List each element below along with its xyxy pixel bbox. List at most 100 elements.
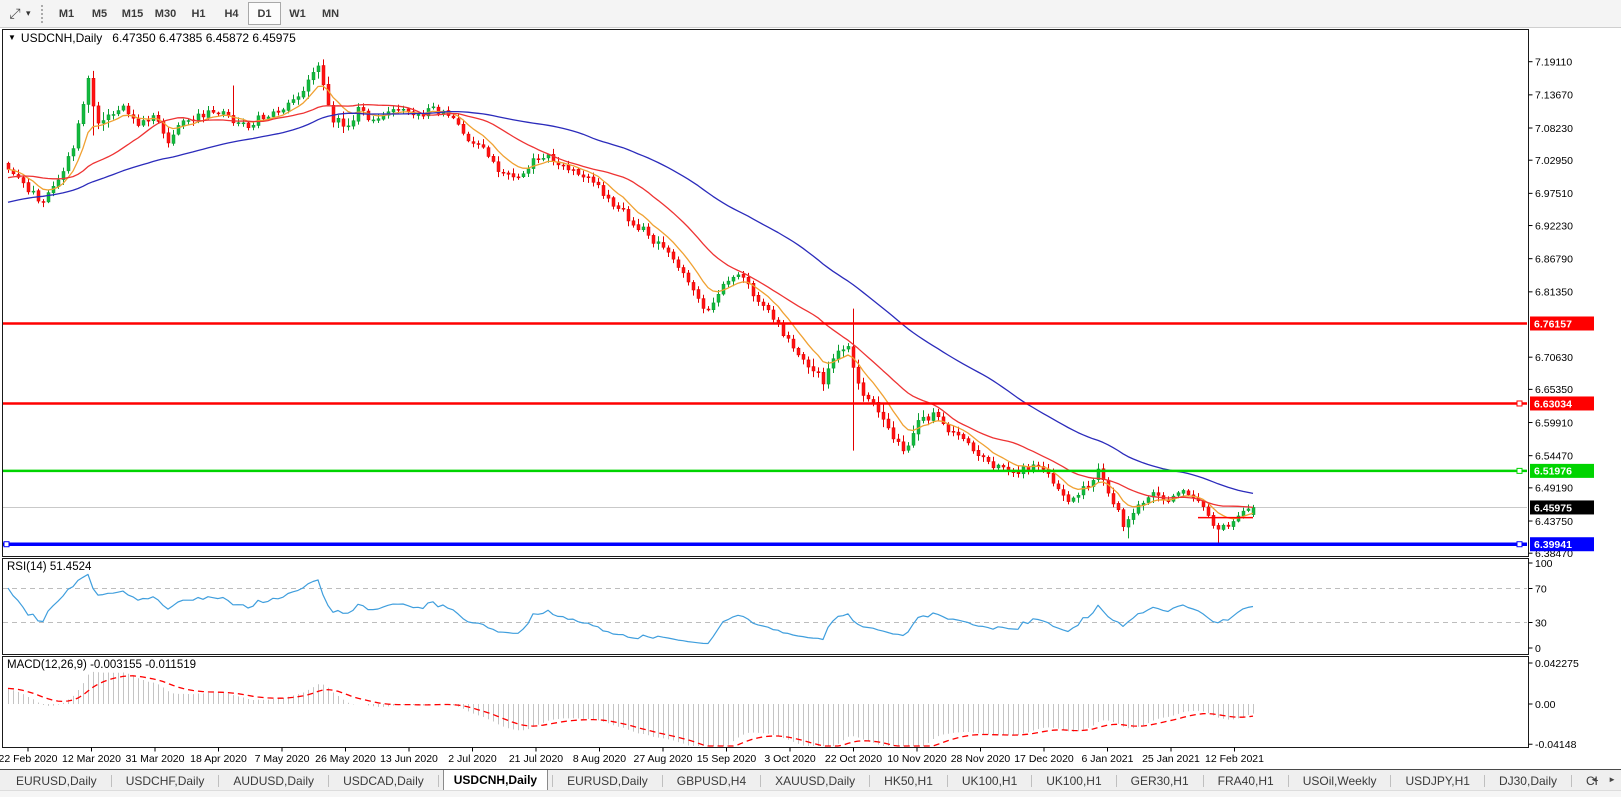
price-axis-tick: 6.43750 (1535, 516, 1573, 528)
price-axis-tick: 6.59910 (1535, 417, 1573, 429)
ma-sma55-line (7, 110, 1254, 495)
price-axis-tick: 6.54470 (1535, 450, 1573, 462)
macd-axis-tick: -0.04148 (1535, 739, 1577, 751)
tab-separator (869, 774, 871, 787)
chart-dropdown-icon[interactable]: ▼ (8, 33, 16, 42)
chart-tab-ger30-h1[interactable]: GER30,H1 (1121, 771, 1199, 791)
date-axis-label: 22 Oct 2020 (825, 753, 882, 765)
rsi-axis-tick: 0 (1535, 643, 1541, 655)
date-axis-label: 6 Jan 2021 (1082, 753, 1134, 765)
rsi-axis-tick: 100 (1535, 558, 1553, 570)
dropdown-caret-icon[interactable]: ▾ (26, 8, 36, 19)
timeframe-button-m1[interactable]: M1 (50, 2, 83, 25)
date-axis-label: 10 Nov 2020 (887, 753, 947, 765)
chart-tab-uk100-h1[interactable]: UK100,H1 (1036, 771, 1111, 791)
panel-borders (2, 29, 1529, 748)
ma-sma21-line (7, 104, 1254, 509)
chart-tab-eurusd-daily[interactable]: EURUSD,Daily (6, 771, 107, 791)
timeframe-button-w1[interactable]: W1 (281, 2, 314, 25)
tab-separator (1483, 774, 1485, 787)
rsi-panel[interactable] (3, 573, 1527, 645)
chart-tab-usdchf-daily[interactable]: USDCHF,Daily (116, 771, 215, 791)
tabs-scroll-left-icon[interactable]: ◄ (1587, 773, 1601, 786)
toolbar-grip[interactable] (41, 4, 43, 23)
date-axis[interactable]: 22 Feb 2020 12 Mar 2020 31 Mar 2020 18 Apr … (0, 747, 1264, 766)
price-axis-tick: 7.02950 (1535, 155, 1573, 167)
tabs-scroll-right-icon[interactable]: ► (1605, 773, 1619, 786)
chart-symbol-label: USDCNH,Daily (20, 31, 103, 45)
hline-price-badge: 6.63034 (1534, 398, 1572, 410)
timeframe-button-mn[interactable]: MN (314, 2, 347, 25)
chart-tab-eurusd-daily[interactable]: EURUSD,Daily (557, 771, 658, 791)
chart-canvas[interactable]: 7.19110 7.13670 7.08230 7.02950 6.97510 6.922… (0, 0, 1621, 769)
chart-tab-usdcnh-daily[interactable]: USDCNH,Daily (442, 770, 549, 791)
price-axis-tick: 7.19110 (1535, 57, 1572, 69)
timeframe-button-group: M1 M5 M15 M30 H1 H4 D1 W1 MN (50, 2, 347, 25)
rsi-axis-tick: 70 (1535, 583, 1547, 595)
tab-separator (1115, 774, 1117, 787)
timeframe-button-m15[interactable]: M15 (116, 2, 149, 25)
price-axis-tick: 6.81350 (1535, 287, 1573, 299)
status-strip (0, 790, 1621, 797)
date-axis-label: 17 Dec 2020 (1014, 753, 1074, 765)
tab-separator (328, 774, 330, 787)
timeframe-button-m30[interactable]: M30 (149, 2, 182, 25)
chart-tab-xauusd-daily[interactable]: XAUUSD,Daily (765, 771, 865, 791)
chart-ohlc-readout: 6.47350 6.47385 6.45872 6.45975 (112, 31, 296, 45)
timeframe-button-h4[interactable]: H4 (215, 2, 248, 25)
date-axis-label: 13 Jun 2020 (380, 753, 438, 765)
tab-separator (760, 774, 762, 787)
chart-tab-usdjpy-h1[interactable]: USDJPY,H1 (1395, 771, 1479, 791)
macd-axis-tick: 0.042275 (1535, 658, 1579, 670)
price-axis-tick: 6.97510 (1535, 188, 1573, 200)
price-axis[interactable]: 7.19110 7.13670 7.08230 7.02950 6.97510 6.922… (1528, 57, 1595, 752)
date-axis-label: 18 Apr 2020 (190, 753, 247, 765)
tab-separator (1287, 774, 1289, 787)
price-axis-tick: 6.65350 (1535, 384, 1573, 396)
chart-tab-uk100-h1[interactable]: UK100,H1 (952, 771, 1027, 791)
tab-scroll-arrows: ◄ ► (1587, 773, 1619, 786)
date-axis-label: 27 Aug 2020 (634, 753, 693, 765)
macd-indicator-label: MACD(12,26,9) -0.003155 -0.011519 (7, 659, 197, 671)
rsi-indicator-label: RSI(14) 51.4524 (7, 561, 92, 573)
tab-separator (552, 774, 554, 787)
timeframe-button-h1[interactable]: H1 (182, 2, 215, 25)
price-axis-tick: 6.70630 (1535, 352, 1573, 364)
timeframe-button-d1[interactable]: D1 (248, 2, 281, 25)
tab-separator (946, 774, 948, 787)
hline-price-badge: 6.76157 (1534, 318, 1572, 330)
chart-tab-usdcad-daily[interactable]: USDCAD,Daily (333, 771, 434, 791)
cursor-tool-icon: ⤢ (9, 5, 21, 21)
date-axis-label: 22 Feb 2020 (0, 753, 58, 765)
horizontal-line-objects[interactable] (3, 322, 1527, 548)
chart-tab-dj30-daily[interactable]: DJ30,Daily (1489, 771, 1567, 791)
date-axis-label: 2 Jul 2020 (448, 753, 497, 765)
date-axis-label: 25 Jan 2021 (1142, 753, 1200, 765)
timeframe-button-m5[interactable]: M5 (83, 2, 116, 25)
hline-price-badge: 6.51976 (1534, 466, 1572, 478)
tab-separator (1390, 774, 1392, 787)
macd-axis-tick: 0.00 (1535, 699, 1556, 711)
chart-tab-fra40-h1[interactable]: FRA40,H1 (1208, 771, 1284, 791)
date-axis-label: 12 Mar 2020 (62, 753, 121, 765)
chart-tab-audusd-daily[interactable]: AUDUSD,Daily (223, 771, 324, 791)
chart-tab-gbpusd-h4[interactable]: GBPUSD,H4 (667, 771, 756, 791)
date-axis-label: 26 May 2020 (315, 753, 376, 765)
macd-panel[interactable] (7, 671, 1254, 747)
date-axis-label: 31 Mar 2020 (126, 753, 185, 765)
date-axis-label: 12 Feb 2021 (1205, 753, 1264, 765)
tab-separator (437, 774, 439, 787)
tab-separator (218, 774, 220, 787)
chart-tab-hk50-h1[interactable]: HK50,H1 (874, 771, 943, 791)
price-axis-tick: 7.13670 (1535, 90, 1573, 102)
tab-separator (1571, 774, 1572, 787)
price-axis-tick: 6.86790 (1535, 253, 1573, 265)
date-axis-label: 28 Nov 2020 (951, 753, 1011, 765)
tab-separator (661, 774, 663, 787)
chart-tab-usoil-weekly[interactable]: USOil,Weekly (1293, 771, 1387, 791)
cursor-tool-button[interactable]: ⤢ (4, 3, 26, 24)
date-axis-label: 3 Oct 2020 (764, 753, 816, 765)
chart-tab-bar: EURUSD,Daily USDCHF,Daily AUDUSD,Daily USDC… (0, 769, 1621, 791)
price-axis-tick: 6.49190 (1535, 483, 1573, 495)
date-axis-label: 8 Aug 2020 (573, 753, 626, 765)
